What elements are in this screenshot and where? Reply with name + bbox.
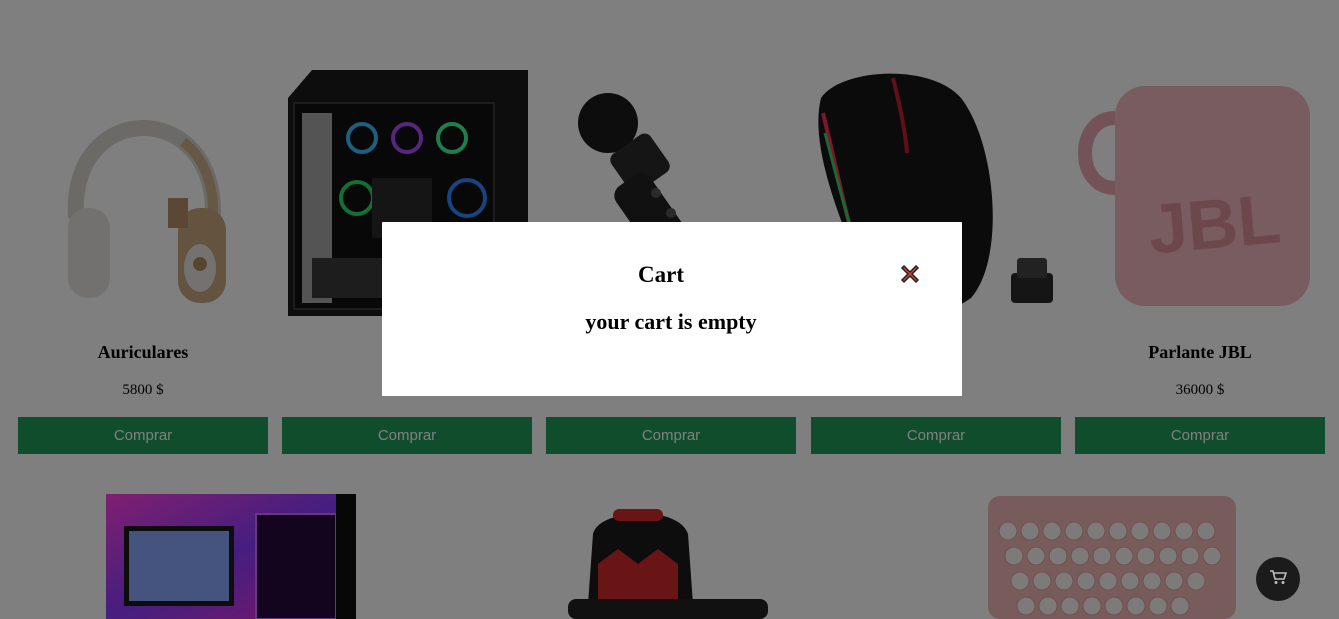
- cart-button[interactable]: [1256, 557, 1300, 601]
- modal-title: Cart: [638, 262, 684, 287]
- cart-icon: [1269, 569, 1288, 590]
- cart-modal: Cart your cart is empty: [382, 222, 962, 396]
- close-icon[interactable]: [898, 262, 922, 286]
- cart-empty-message: your cart is empty: [585, 309, 757, 334]
